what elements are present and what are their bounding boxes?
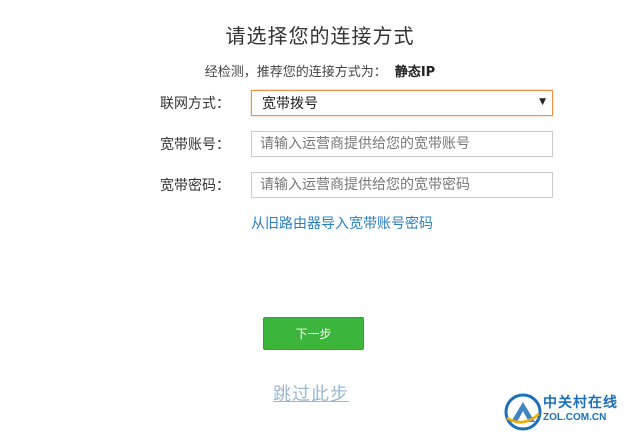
skip-step-link[interactable]: 跳过此步 [273,380,349,406]
detection-prefix: 经检测，推荐您的连接方式为： [204,65,387,80]
zol-logo-icon [504,393,542,431]
import-from-old-router-link[interactable]: 从旧路由器导入宽带账号密码 [251,213,433,233]
password-input[interactable] [251,172,553,198]
triangle-down-icon: ▼ [539,97,546,107]
recommended-connection-type: 静态IP [394,65,436,80]
connection-type-label: 联网方式： [160,96,230,112]
next-step-button[interactable]: 下一步 [263,317,364,350]
connection-type-row: 联网方式： [160,90,250,116]
watermark-domain: ZOL.COM.CN [543,412,607,423]
account-label: 宽带账号： [160,137,230,153]
account-input[interactable] [251,131,553,157]
page-title: 请选择您的连接方式 [225,24,415,48]
watermark-name: 中关村在线 [543,395,618,411]
password-label: 宽带密码： [160,178,230,194]
connection-type-select[interactable]: 宽带拨号 ▼ [251,90,553,116]
detection-result: 经检测，推荐您的连接方式为： 静态IP [0,61,640,80]
password-row: 宽带密码： [160,172,250,198]
zol-watermark: 中关村在线 ZOL.COM.CN [503,388,633,434]
connection-type-selected-value: 宽带拨号 [262,96,318,112]
account-row: 宽带账号： [160,131,250,157]
